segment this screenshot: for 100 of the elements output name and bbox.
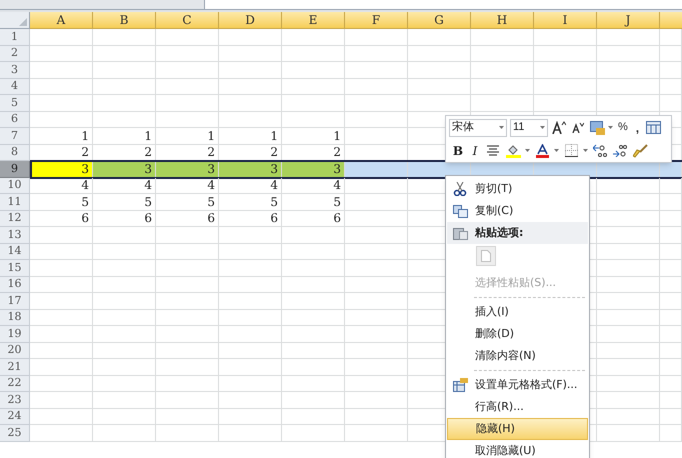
decrease-decimal-icon[interactable] (612, 142, 628, 158)
comma-style-button[interactable]: , (632, 118, 642, 136)
font-color-icon[interactable] (534, 142, 550, 158)
table-cell: 1 (219, 128, 282, 144)
row-header[interactable]: 2 (0, 46, 30, 62)
row-header[interactable]: 11 (0, 194, 30, 210)
menu-item[interactable]: 插入(I) (475, 304, 509, 320)
empty-cell (597, 227, 660, 244)
empty-cell (534, 62, 597, 78)
empty-cell (534, 95, 597, 112)
empty-cell (597, 342, 660, 359)
row-header[interactable]: 3 (0, 62, 30, 78)
row-header[interactable]: 13 (0, 227, 30, 244)
empty-cell (93, 78, 156, 95)
row-header[interactable]: 25 (0, 425, 30, 442)
row-header[interactable]: 10 (0, 178, 30, 194)
caret-icon[interactable] (540, 126, 545, 129)
row-header[interactable]: 20 (0, 342, 30, 359)
empty-cell (471, 62, 534, 78)
format-table-icon[interactable] (645, 120, 662, 136)
brush-icon[interactable] (632, 142, 648, 158)
row-header[interactable]: 14 (0, 244, 30, 260)
empty-cell (408, 62, 471, 78)
row-header[interactable]: 16 (0, 276, 30, 293)
caret-icon[interactable] (525, 149, 530, 152)
column-header[interactable]: A (30, 12, 93, 29)
increase-decimal-icon[interactable] (592, 142, 608, 158)
percent-style-button[interactable]: % (616, 119, 630, 136)
table-cell: 2 (30, 144, 93, 161)
empty-cell (93, 227, 156, 244)
italic-button[interactable]: I (469, 142, 481, 160)
empty-cell (660, 293, 682, 310)
column-header[interactable]: I (534, 12, 597, 29)
row-header[interactable]: 24 (0, 408, 30, 425)
empty-cell (219, 326, 282, 342)
column-header[interactable]: F (345, 12, 408, 29)
empty-cell (219, 376, 282, 392)
empty-cell (471, 95, 534, 112)
column-header[interactable]: H (471, 12, 534, 29)
table-cell: 5 (282, 194, 345, 210)
column-header[interactable]: B (93, 12, 156, 29)
caret-icon[interactable] (554, 149, 559, 152)
grow-font-icon[interactable] (551, 120, 567, 136)
row-header[interactable]: 23 (0, 392, 30, 408)
align-center-icon[interactable] (485, 142, 501, 158)
empty-cell (282, 46, 345, 62)
column-header[interactable]: D (219, 12, 282, 29)
empty-cell (597, 326, 660, 342)
menu-item[interactable]: 复制(C) (475, 202, 514, 220)
empty-cell (660, 392, 682, 408)
caret-icon[interactable] (608, 126, 613, 129)
menu-item[interactable]: 删除(D) (475, 326, 514, 342)
row-header[interactable]: 5 (0, 95, 30, 112)
row-header[interactable]: 18 (0, 310, 30, 326)
empty-cell (597, 376, 660, 392)
caret-icon[interactable] (583, 149, 588, 152)
empty-cell (534, 46, 597, 62)
row-header[interactable]: 7 (0, 128, 30, 144)
empty-cell (93, 95, 156, 112)
row-header[interactable]: 4 (0, 78, 30, 95)
row-header[interactable]: 9 (0, 161, 30, 178)
column-header[interactable]: J (597, 12, 660, 29)
menu-item[interactable]: 行高(R)... (475, 398, 524, 416)
font-size-field[interactable]: 11 (510, 118, 548, 136)
row-header[interactable]: 21 (0, 359, 30, 376)
column-header[interactable]: G (408, 12, 471, 29)
row-header[interactable]: 17 (0, 293, 30, 310)
row-header[interactable]: 19 (0, 326, 30, 342)
cell-style-icon[interactable] (589, 120, 605, 136)
fill-color-icon[interactable] (505, 142, 521, 158)
table-cell: 1 (30, 128, 93, 144)
empty-cell (93, 376, 156, 392)
empty-cell (93, 326, 156, 342)
font-name-field[interactable]: 宋体 (449, 118, 507, 136)
row-header[interactable]: 6 (0, 112, 30, 128)
row-header[interactable]: 22 (0, 376, 30, 392)
empty-cell (597, 260, 660, 276)
table-cell: 2 (282, 144, 345, 161)
empty-cell (345, 112, 408, 128)
row-header[interactable]: 15 (0, 260, 30, 276)
bold-button[interactable]: B (451, 142, 465, 160)
column-header[interactable]: E (282, 12, 345, 29)
menu-item[interactable]: 取消隐藏(U) (475, 442, 536, 458)
empty-cell (282, 227, 345, 244)
empty-cell (219, 29, 282, 46)
empty-cell (156, 78, 219, 95)
row-header[interactable]: 8 (0, 144, 30, 161)
table-cell: 6 (282, 210, 345, 227)
menu-item[interactable]: 设置单元格格式(F)... (475, 376, 578, 394)
table-cell: 5 (93, 194, 156, 210)
row-header[interactable]: 1 (0, 29, 30, 46)
table-cell: 6 (156, 210, 219, 227)
menu-item[interactable]: 剪切(T) (475, 180, 512, 198)
menu-item[interactable]: 清除内容(N) (475, 348, 536, 364)
borders-icon[interactable] (563, 142, 579, 158)
caret-icon[interactable] (499, 126, 504, 129)
empty-cell (660, 359, 682, 376)
row-header[interactable]: 12 (0, 210, 30, 227)
empty-cell (471, 29, 534, 46)
column-header[interactable]: C (156, 12, 219, 29)
